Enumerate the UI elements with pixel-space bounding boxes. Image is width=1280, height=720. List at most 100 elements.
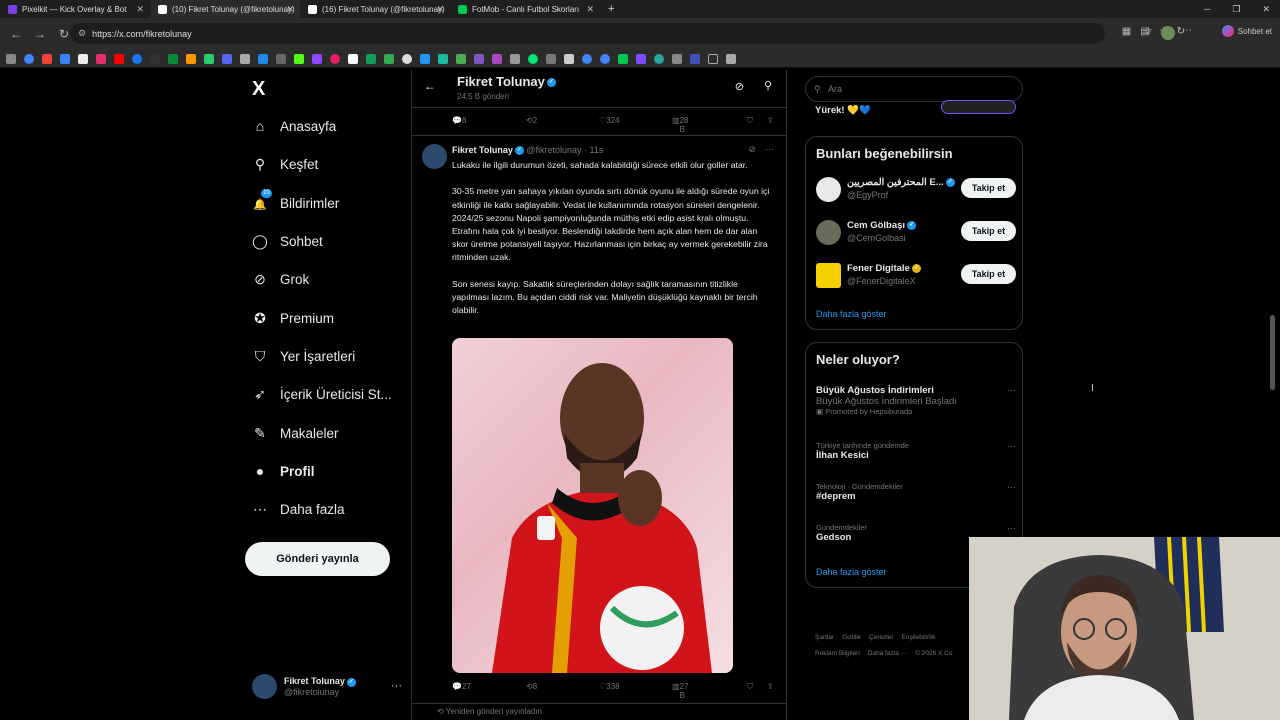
new-tab-icon[interactable]: +: [600, 3, 622, 15]
favorites-icon[interactable]: ✩: [1144, 26, 1152, 37]
minimize-icon[interactable]: ─: [1204, 0, 1210, 18]
views-button[interactable]: ▥ 27 B: [672, 682, 688, 700]
site-info-icon[interactable]: ⚙: [78, 28, 86, 39]
url-field[interactable]: ⚙ https://x.com/fikretolunay: [70, 23, 1105, 44]
back-arrow-icon[interactable]: ←: [424, 79, 436, 93]
footer-link[interactable]: Gizlilik: [842, 634, 861, 641]
follow-button[interactable]: Takip et: [961, 221, 1016, 241]
nav-home[interactable]: ⌂ Anasayfa: [252, 118, 337, 134]
maximize-icon[interactable]: ❐: [1232, 0, 1240, 18]
kick-icon[interactable]: [294, 53, 304, 64]
bookmark-icon[interactable]: [240, 53, 250, 64]
profile-avatar[interactable]: [1161, 26, 1175, 40]
bookmark-icon[interactable]: [222, 53, 232, 64]
like-button[interactable]: ♡ 324: [599, 116, 620, 125]
nav-grok[interactable]: ⊘ Grok: [252, 271, 309, 287]
close-icon[interactable]: ✕: [436, 4, 444, 15]
nav-chat[interactable]: ◯ Sohbet: [252, 233, 323, 249]
grok-icon[interactable]: ⊘: [748, 144, 756, 155]
trend-item[interactable]: Teknoloji · Gündemdekiler #deprem ···: [816, 482, 1016, 502]
tab-x-profile-2[interactable]: (16) Fikret Tolunay (@fikretolunay) ✕: [300, 0, 450, 18]
grok-icon[interactable]: ⊘: [735, 80, 744, 93]
bookmark-icon[interactable]: [636, 53, 646, 64]
bookmark-icon[interactable]: [438, 53, 448, 64]
bookmark-icon[interactable]: [618, 53, 628, 64]
bookmark-icon[interactable]: [312, 53, 322, 64]
instagram-icon[interactable]: [96, 53, 106, 64]
download-icon[interactable]: [456, 53, 466, 64]
nav-notifications[interactable]: 🔔 10 Bildirimler: [252, 189, 339, 211]
footer-link[interactable]: Daha fazla ···: [868, 650, 907, 657]
apps-icon[interactable]: ▦: [1122, 26, 1131, 37]
tab-pixelkit[interactable]: Pixelkit — Kick Overlay & Bot ✕: [0, 0, 150, 18]
back-icon[interactable]: ←: [8, 27, 24, 41]
close-icon[interactable]: ✕: [136, 4, 144, 15]
bookmark-icon[interactable]: [366, 53, 376, 64]
nav-explore[interactable]: ⚲ Keşfet: [252, 156, 318, 172]
search-icon[interactable]: ⚲: [764, 79, 772, 92]
trend-item[interactable]: Türkiye tarihinde gündemde İlhan Kesici …: [816, 441, 1016, 461]
bookmark-icon[interactable]: [402, 53, 412, 64]
repost-button[interactable]: ⟲ 2: [526, 116, 537, 125]
bookmark-icon[interactable]: [6, 53, 16, 64]
reply-button[interactable]: 💬 8: [452, 116, 466, 125]
more-icon[interactable]: ···: [1007, 441, 1016, 451]
views-button[interactable]: ▥ 28 B: [672, 116, 688, 134]
forward-icon[interactable]: →: [32, 27, 48, 41]
trend-snippet[interactable]: Yürek! 💛💙: [815, 105, 871, 116]
bookmark-icon[interactable]: [564, 53, 574, 64]
footer-link[interactable]: Çerezler: [869, 634, 894, 641]
facebook-icon[interactable]: [132, 53, 142, 64]
tweet-author-name[interactable]: Fikret Tolunay: [452, 145, 513, 155]
repost-button[interactable]: ⟲ 8: [526, 682, 537, 691]
close-icon[interactable]: ✕: [286, 4, 294, 15]
x-logo-icon[interactable]: X: [252, 78, 265, 101]
avatar[interactable]: [422, 144, 447, 169]
follow-button[interactable]: Takip et: [961, 178, 1016, 198]
suggestion-item[interactable]: المحترفين المصريين E... ✓ @EgyProf Takip …: [816, 175, 1016, 205]
x-bookmark-icon[interactable]: [78, 53, 88, 64]
show-more-link[interactable]: Daha fazla göster: [816, 567, 887, 577]
bookmark-icon[interactable]: [654, 53, 664, 64]
bookmark-icon[interactable]: [384, 53, 394, 64]
nav-profile[interactable]: ● Profil: [252, 463, 315, 479]
close-icon[interactable]: ✕: [586, 4, 594, 15]
gmail-icon[interactable]: [42, 53, 52, 64]
suggestion-item[interactable]: Cem Gölbaşı ✓ @CemGolbasi Takip et: [816, 218, 1016, 248]
scrollbar-thumb[interactable]: [1270, 315, 1275, 390]
amazon-icon[interactable]: [186, 53, 196, 64]
nav-more[interactable]: ⋯ Daha fazla: [252, 501, 345, 517]
bookmark-icon[interactable]: [420, 53, 430, 64]
bookmark-icon[interactable]: [60, 53, 70, 64]
bookmark-icon[interactable]: [672, 53, 682, 64]
trend-item[interactable]: Büyük Ağustos İndirimleri Büyük Ağustos …: [816, 385, 1016, 416]
bookmark-icon[interactable]: [546, 53, 556, 64]
footer-link[interactable]: Erişilebilirlik: [902, 634, 936, 641]
bookmark-icon[interactable]: ⛉: [747, 682, 753, 692]
like-button[interactable]: ♡ 338: [599, 682, 620, 691]
bookmark-icon[interactable]: [258, 53, 268, 64]
suggestion-item[interactable]: Fener Digitale ✓ @FenerDigitaleX Takip et: [816, 261, 1016, 291]
share-icon[interactable]: ⇪: [767, 116, 774, 125]
share-icon[interactable]: ⇪: [767, 682, 774, 691]
close-window-icon[interactable]: ✕: [1262, 0, 1270, 18]
youtube-icon[interactable]: [114, 53, 124, 64]
more-icon[interactable]: ···: [765, 144, 774, 155]
bookmark-icon[interactable]: [348, 53, 358, 64]
bookmark-icon[interactable]: [492, 53, 502, 64]
bookmark-icon[interactable]: [276, 53, 286, 64]
bookmark-icon[interactable]: [528, 53, 538, 64]
promo-thumbnail[interactable]: [941, 100, 1016, 114]
tab-x-profile-1[interactable]: (10) Fikret Tolunay (@fikretolunay) ✕: [150, 0, 300, 18]
follow-button[interactable]: Takip et: [961, 264, 1016, 284]
more-icon[interactable]: ···: [1007, 523, 1016, 533]
search-input[interactable]: ⚲ Ara: [805, 76, 1023, 102]
bookmark-icon[interactable]: [690, 53, 700, 64]
nav-creator-studio[interactable]: ➶ İçerik Üreticisi St...: [252, 386, 392, 402]
bookmark-icon[interactable]: [204, 53, 214, 64]
more-icon[interactable]: ···: [1007, 482, 1016, 492]
bookmark-icon[interactable]: [474, 53, 484, 64]
google-icon[interactable]: [600, 53, 610, 64]
reply-button[interactable]: 💬 27: [452, 682, 471, 691]
bookmark-icon[interactable]: [510, 53, 520, 64]
